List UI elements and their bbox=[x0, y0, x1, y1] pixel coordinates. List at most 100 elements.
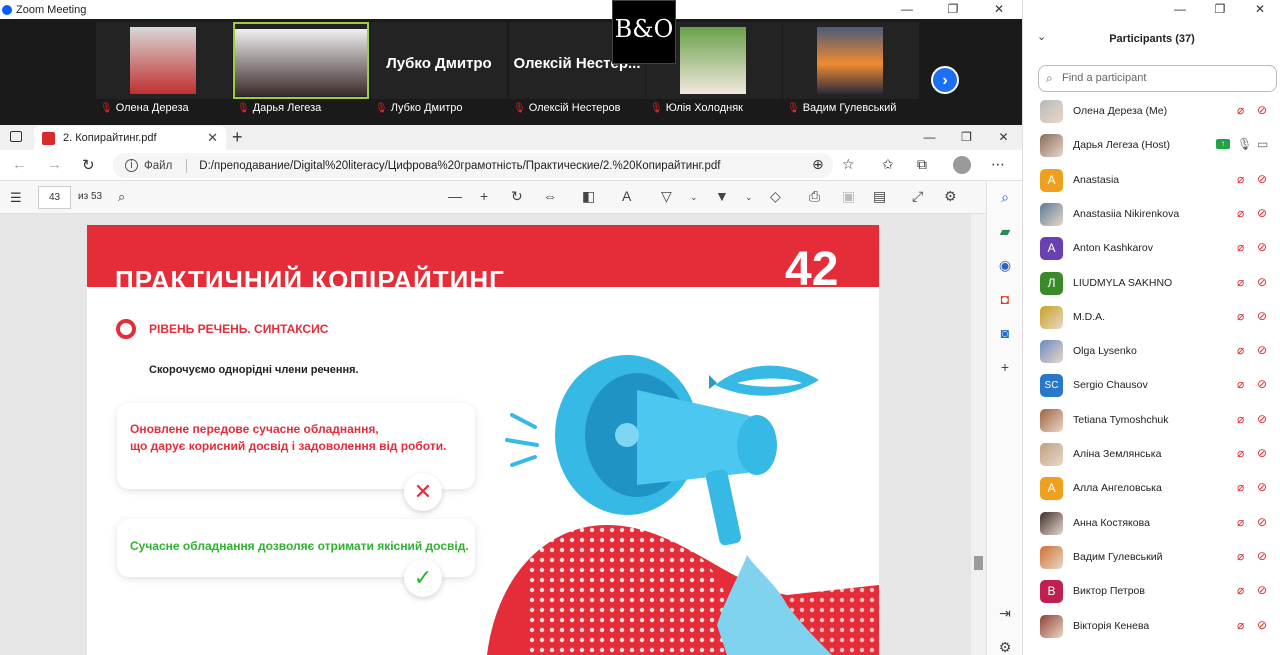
participant-row[interactable]: A Anastasia ⌀ ⊘ bbox=[1023, 164, 1280, 198]
mic-muted-icon[interactable]: ⌀ bbox=[1237, 412, 1244, 426]
mic-muted-icon[interactable]: ⌀ bbox=[1237, 240, 1244, 254]
video-tile[interactable] bbox=[783, 22, 919, 99]
restore-icon[interactable]: ❐ bbox=[948, 125, 985, 149]
camera-off-icon[interactable]: ⊘ bbox=[1257, 549, 1267, 563]
participant-search-input[interactable]: ⌕ Find a participant bbox=[1038, 65, 1277, 92]
mic-muted-icon[interactable]: ⌀ bbox=[1237, 549, 1244, 563]
mic-muted-icon[interactable]: ⌀ bbox=[1237, 275, 1244, 289]
mic-muted-icon[interactable]: ⌀ bbox=[1237, 172, 1244, 186]
close-icon[interactable]: ✕ bbox=[976, 0, 1022, 19]
highlight-icon[interactable]: ▼ bbox=[715, 188, 729, 204]
new-tab-icon[interactable]: + bbox=[232, 127, 243, 148]
url-field[interactable]: i Файл D:/преподавание/Digital%20literac… bbox=[113, 153, 833, 178]
favorite-icon[interactable]: ☆ bbox=[842, 156, 855, 173]
mic-muted-icon[interactable]: ⌀ bbox=[1237, 515, 1244, 529]
sidebar-settings-icon[interactable]: ⚙ bbox=[997, 639, 1013, 655]
mic-muted-icon[interactable]: ⌀ bbox=[1237, 480, 1244, 494]
people-icon[interactable]: ◉ bbox=[997, 257, 1013, 274]
participant-row[interactable]: B Виктор Петров ⌀ ⊘ bbox=[1023, 575, 1280, 609]
vertical-scrollbar[interactable] bbox=[971, 214, 986, 655]
zoom-in-icon[interactable]: + bbox=[480, 188, 488, 204]
read-aloud-icon[interactable]: A bbox=[622, 188, 631, 204]
shopping-icon[interactable]: ▰ bbox=[997, 223, 1013, 240]
tab-actions-icon[interactable] bbox=[10, 131, 22, 142]
restore-icon[interactable]: ❐ bbox=[1200, 0, 1240, 19]
mic-muted-icon[interactable]: ⌀ bbox=[1237, 309, 1244, 323]
participant-row[interactable]: SC Sergio Chausov ⌀ ⊘ bbox=[1023, 369, 1280, 403]
favorites-icon[interactable]: ✩ bbox=[882, 156, 894, 173]
camera-off-icon[interactable]: ⊘ bbox=[1257, 206, 1267, 220]
camera-off-icon[interactable]: ⊘ bbox=[1257, 309, 1267, 323]
camera-off-icon[interactable]: ⊘ bbox=[1257, 240, 1267, 254]
camera-off-icon[interactable]: ⊘ bbox=[1257, 480, 1267, 494]
minimize-icon[interactable]: — bbox=[884, 0, 930, 19]
camera-off-icon[interactable]: ⊘ bbox=[1257, 377, 1267, 391]
participant-row[interactable]: M.D.A. ⌀ ⊘ bbox=[1023, 301, 1280, 335]
video-tile[interactable] bbox=[233, 22, 369, 99]
video-tile[interactable] bbox=[96, 22, 232, 99]
participant-row[interactable]: Tetiana Tymoshchuk ⌀ ⊘ bbox=[1023, 404, 1280, 438]
forward-icon[interactable]: → bbox=[47, 156, 62, 173]
profile-avatar[interactable] bbox=[953, 156, 971, 174]
rotate-icon[interactable]: ↻ bbox=[511, 188, 523, 205]
print-icon[interactable]: ⎙ bbox=[809, 188, 820, 205]
search-icon[interactable]: ⌕ bbox=[118, 189, 125, 205]
scrollbar-thumb[interactable] bbox=[974, 556, 983, 570]
add-icon[interactable]: + bbox=[997, 359, 1013, 375]
close-icon[interactable]: ✕ bbox=[1240, 0, 1280, 19]
participant-row[interactable]: Аліна Землянська ⌀ ⊘ bbox=[1023, 438, 1280, 472]
minimize-icon[interactable]: — bbox=[911, 125, 948, 149]
draw-icon[interactable]: ▽ bbox=[661, 188, 672, 205]
mic-muted-icon[interactable]: ⌀ bbox=[1237, 103, 1244, 117]
info-icon[interactable]: i bbox=[125, 159, 138, 172]
mic-muted-icon[interactable]: ⌀ bbox=[1237, 377, 1244, 391]
participant-row[interactable]: Дарья Легеза (Host) ↑ 🎙︎ ▭ bbox=[1023, 129, 1280, 163]
camera-off-icon[interactable]: ⊘ bbox=[1257, 446, 1267, 460]
settings-icon[interactable]: ⚙ bbox=[944, 188, 957, 205]
search-icon[interactable]: ⌕ bbox=[997, 189, 1013, 206]
camera-icon[interactable]: ▭ bbox=[1257, 137, 1268, 151]
camera-off-icon[interactable]: ⊘ bbox=[1257, 172, 1267, 186]
mic-muted-icon[interactable]: ⌀ bbox=[1237, 618, 1244, 632]
camera-off-icon[interactable]: ⊘ bbox=[1257, 412, 1267, 426]
camera-off-icon[interactable]: ⊘ bbox=[1257, 583, 1267, 597]
contents-icon[interactable]: ☰ bbox=[10, 190, 22, 206]
fit-width-icon[interactable]: ⇔ bbox=[543, 188, 557, 204]
participant-row[interactable]: Вікторія Кенева ⌀ ⊘ bbox=[1023, 610, 1280, 644]
camera-off-icon[interactable]: ⊘ bbox=[1257, 343, 1267, 357]
camera-off-icon[interactable]: ⊘ bbox=[1257, 515, 1267, 529]
mic-muted-icon[interactable]: ⌀ bbox=[1237, 583, 1244, 597]
reload-icon[interactable]: ↻ bbox=[82, 156, 95, 174]
more-icon[interactable]: ⋯ bbox=[991, 156, 1005, 173]
collections-icon[interactable]: ⧉ bbox=[917, 156, 927, 173]
participant-row[interactable]: A Алла Ангеловська ⌀ ⊘ bbox=[1023, 472, 1280, 506]
participant-row[interactable]: A Anton Kashkarov ⌀ ⊘ bbox=[1023, 232, 1280, 266]
outlook-icon[interactable]: ◙ bbox=[997, 325, 1013, 341]
eraser-icon[interactable]: ◇ bbox=[770, 188, 781, 205]
participant-row[interactable]: Олена Дереза (Me) ⌀ ⊘ bbox=[1023, 95, 1280, 129]
camera-off-icon[interactable]: ⊘ bbox=[1257, 103, 1267, 117]
camera-off-icon[interactable]: ⊘ bbox=[1257, 275, 1267, 289]
mic-muted-icon[interactable]: ⌀ bbox=[1237, 446, 1244, 460]
mic-icon[interactable]: 🎙︎ bbox=[1237, 137, 1252, 151]
highlight-dropdown-icon[interactable]: ⌄ bbox=[745, 192, 753, 203]
sidebar-toggle-icon[interactable]: ⇥ bbox=[997, 605, 1013, 622]
page-view-icon[interactable]: ◧ bbox=[582, 188, 595, 205]
zoom-out-icon[interactable]: — bbox=[448, 188, 462, 204]
camera-off-icon[interactable]: ⊘ bbox=[1257, 618, 1267, 632]
back-icon[interactable]: ← bbox=[12, 156, 27, 173]
tab-pdf[interactable]: 2. Копирайтинг.pdf ✕ bbox=[34, 126, 226, 150]
close-icon[interactable]: ✕ bbox=[985, 125, 1022, 149]
fullscreen-icon[interactable]: ⤢ bbox=[912, 188, 923, 205]
restore-icon[interactable]: ❐ bbox=[930, 0, 976, 19]
office-icon[interactable]: ◘ bbox=[997, 291, 1013, 307]
zoom-icon[interactable]: ⊕ bbox=[812, 156, 824, 173]
participant-row[interactable]: Л LIUDMYLA SAKHNO ⌀ ⊘ bbox=[1023, 267, 1280, 301]
video-tile[interactable]: Лубко Дмитро bbox=[371, 22, 507, 99]
save-icon[interactable]: ▣ bbox=[842, 188, 855, 205]
minimize-icon[interactable]: — bbox=[1160, 0, 1200, 19]
page-number-input[interactable]: 43 bbox=[38, 186, 71, 209]
save-as-icon[interactable]: ▤ bbox=[873, 188, 886, 205]
next-page-button[interactable]: › bbox=[931, 66, 959, 94]
tab-close-icon[interactable]: ✕ bbox=[207, 130, 218, 146]
